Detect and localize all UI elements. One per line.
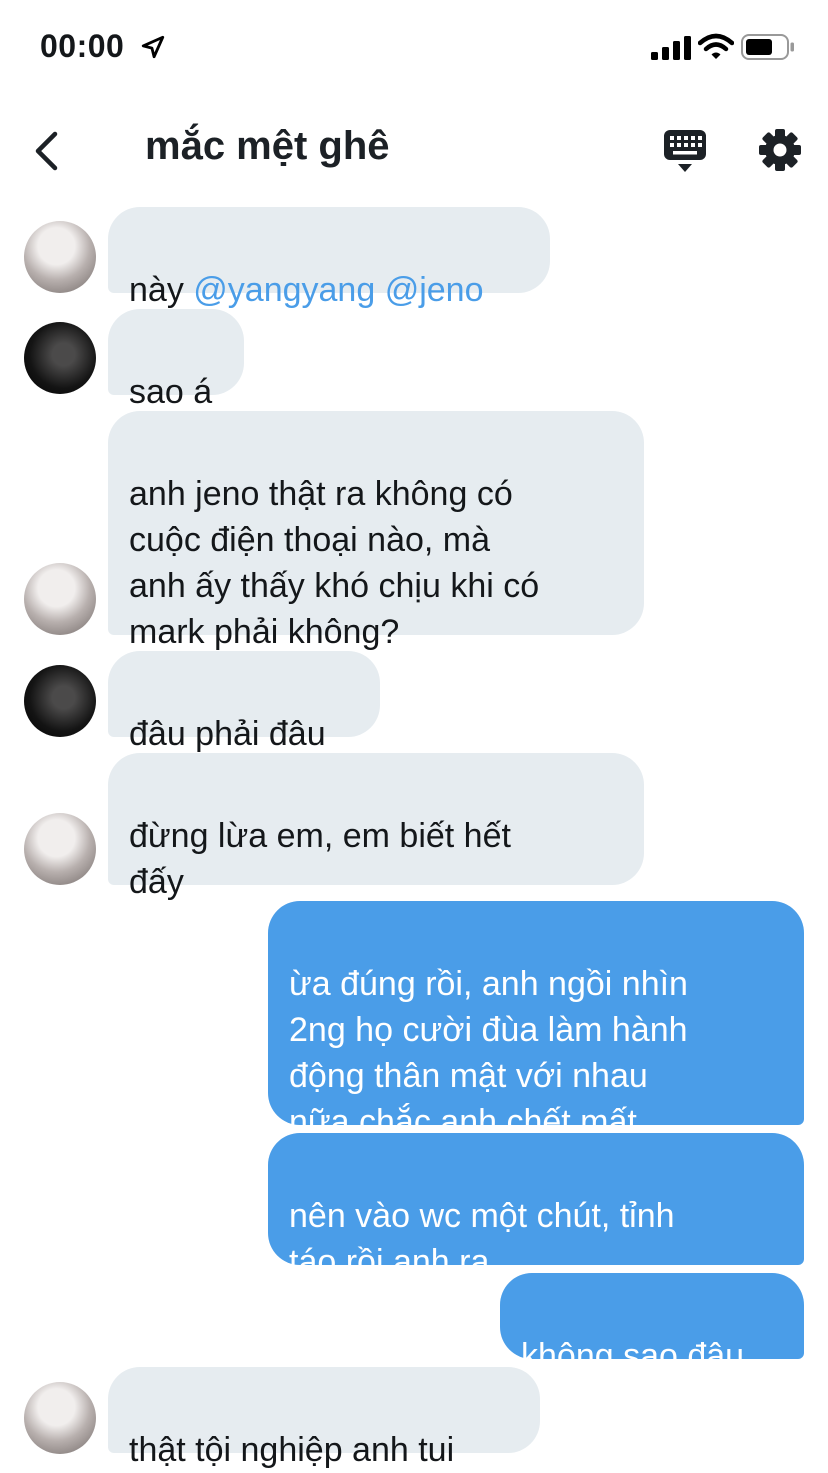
conversation-title: mắc mệt ghê [145, 124, 390, 168]
back-button[interactable] [24, 128, 68, 174]
message-bubble[interactable]: này @yangyang @jeno [108, 207, 550, 309]
message-text: anh jeno thật ra không có cuộc điện thoạ… [129, 475, 540, 651]
avatar[interactable] [24, 563, 96, 635]
location-arrow-icon [141, 35, 165, 59]
message-bubble[interactable]: anh jeno thật ra không có cuộc điện thoạ… [108, 411, 644, 651]
status-time: 00:00 [40, 28, 125, 64]
signal-icon [651, 36, 691, 60]
mention-link[interactable]: @yangyang [193, 271, 375, 309]
message-bubble[interactable]: đâu phải đâu [108, 651, 380, 753]
status-bar: 00:00 [0, 0, 828, 94]
message-bubble[interactable]: ừa đúng rồi, anh ngồi nhìn 2ng họ cười đ… [268, 901, 804, 1141]
battery-icon [741, 34, 794, 60]
message-text: đừng lừa em, em biết hết đấy [129, 817, 511, 901]
mention-separator [375, 271, 384, 309]
message-bubble[interactable]: sao á [108, 309, 244, 411]
avatar[interactable] [24, 322, 96, 394]
message-bubble[interactable]: đừng lừa em, em biết hết đấy [108, 753, 644, 901]
wifi-icon [698, 33, 734, 59]
gear-icon [759, 129, 801, 171]
conversation-header: mắc mệt ghê [0, 100, 828, 200]
message-bubble[interactable]: thật tội nghiệp anh tui [108, 1367, 540, 1469]
back-chevron-icon [35, 131, 58, 171]
message-text: sao á [129, 373, 213, 411]
settings-button[interactable] [756, 126, 804, 174]
message-bubble[interactable]: nên vào wc một chút, tỉnh táo rồi anh ra [268, 1133, 804, 1281]
avatar[interactable] [24, 665, 96, 737]
message-text: thật tội nghiệp anh tui [129, 1431, 455, 1469]
avatar[interactable] [24, 221, 96, 293]
mention-link[interactable]: @jeno [385, 271, 484, 309]
message-text: nên vào wc một chút, tỉnh táo rồi anh ra [289, 1197, 675, 1281]
message-text: đâu phải đâu [129, 715, 326, 753]
message-bubble[interactable]: không sao đâu [500, 1273, 804, 1375]
avatar[interactable] [24, 1382, 96, 1454]
keyboard-icon [664, 130, 706, 172]
message-text: không sao đâu [521, 1337, 745, 1375]
message-text: ừa đúng rồi, anh ngồi nhìn 2ng họ cười đ… [289, 965, 688, 1141]
keyboard-toggle-button[interactable] [658, 128, 712, 176]
message-text: này [129, 271, 194, 309]
avatar[interactable] [24, 813, 96, 885]
